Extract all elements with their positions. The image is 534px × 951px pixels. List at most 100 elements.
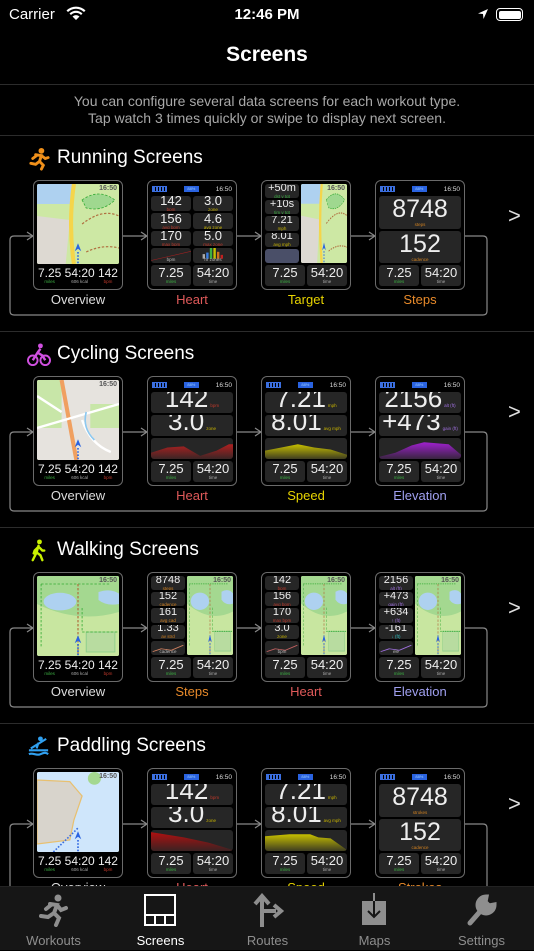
screen-label[interactable]: Elevation [365,488,475,503]
screen-label[interactable]: Steps [137,684,247,699]
metric-tile: 54:20 time [421,657,461,678]
screen-label[interactable]: Heart [251,684,361,699]
map-view[interactable]: 16:50 [301,576,347,655]
watch-screen-speed[interactable]: 88% 16:50 7.21 mph 8.01 avg mph 7.25 miles 54:20… [261,376,351,486]
metric-value: 142 [97,462,118,477]
watch-screen-heart[interactable]: 88% 16:50 142 bpm 3.0 zone 7.25 miles 54:20 time [147,768,237,878]
watch-screen-overview[interactable]: 16:50 7.25 miles 54:20 606 kcal 142 bpm [33,572,123,682]
tile-row [151,438,233,459]
watch-screen-overview[interactable]: 16:50 7.25 miles 54:20 606 kcal 142 bpm [33,768,123,878]
map-image [415,576,461,655]
phone-battery-badge: 88% [411,382,427,388]
screen-label[interactable]: Overview [23,684,133,699]
metric-unit: gain (ft) [388,602,404,607]
battery-icon [496,8,523,21]
screen-label[interactable]: Speed [251,488,361,503]
watch-screen-heart[interactable]: 88% 16:50 142 bpm 3.0 zone 156 avg bpm 4.6 avg zo… [147,180,237,290]
screen-label[interactable]: Overview [23,488,133,503]
metric-unit: miles [393,867,405,873]
metric-tile: 7.25 miles [379,461,419,482]
metric-value: 7.25 [386,461,412,477]
metric-value: +634 [383,608,409,619]
screen-label[interactable]: Overview [23,292,133,307]
map-view[interactable]: 16:50 [187,576,233,655]
map-view[interactable]: 16:50 [37,576,119,656]
screens-icon [144,894,176,926]
metric-value: 54:20 [64,266,95,281]
bottom-metrics: 7.25 miles 54:20 time [151,657,233,678]
map-image [187,576,233,655]
metric-unit: ↓ (ft) [391,634,401,639]
watch-battery-icon [152,186,167,192]
tab-maps[interactable]: Maps [321,887,428,951]
tab-label: Maps [358,933,391,948]
screen-label[interactable]: Elevation [365,684,475,699]
map-view[interactable]: 16:50 [37,772,119,852]
next-screens-chevron[interactable]: > [508,595,521,621]
tab-screens[interactable]: Screens [107,887,214,951]
metric-unit: tim v tgt [274,210,290,215]
section-title: Walking Screens [57,539,199,560]
watch-screen-elevation[interactable]: 2156 alt (ft) +473 gain (ft) +634 ↑ (ft) -161 ↓… [375,572,465,682]
watch-screen-heart[interactable]: 88% 16:50 142 bpm 3.0 zone 7.25 miles 54:20 time [147,376,237,486]
set-target-button[interactable] [265,248,299,264]
bottom-metrics: 7.25 miles 54:20 time [379,461,461,482]
next-screens-chevron[interactable]: > [508,399,521,425]
metric-value: 8748 [392,196,448,223]
map-view[interactable]: 16:50 [415,576,461,655]
map-view[interactable]: 16:50 [301,184,347,263]
tab-settings[interactable]: Settings [428,887,534,951]
watch-screen-steps[interactable]: 88% 16:50 8748 steps 152 cadence 7.25 miles 54:2… [375,180,465,290]
tab-routes[interactable]: Routes [214,887,321,951]
watch-screen-speed[interactable]: 88% 16:50 7.21 mph 8.01 avg mph 7.25 miles 54:20… [261,768,351,878]
watch-status-bar: 88% 16:50 [151,184,233,194]
tile-row: 152 cadence [379,230,461,263]
sparkline-chart [379,442,461,459]
metric-value: 7.25 [386,265,412,281]
tile-row: 8.01 avg mph [265,807,347,828]
next-screens-chevron[interactable]: > [508,791,521,817]
metric-tile: 142 bpm [151,784,233,805]
metric-value: 7.25 [38,658,62,673]
map-view[interactable]: 16:50 [37,380,119,460]
chart-tile [379,438,461,459]
watch-screen-overview[interactable]: 16:50 7.25 miles 54:20 606 kcal 142 bpm [33,180,123,290]
screen-label[interactable]: Target [251,292,361,307]
routes-icon [253,893,284,927]
metric: 142 bpm [98,658,118,678]
metric-tile: 54:20 time [421,461,461,482]
watch-screen-elevation[interactable]: 88% 16:50 2156 alt (ft) +473 gain (ft) 7.25 mil… [375,376,465,486]
tab-workouts[interactable]: Workouts [0,887,107,951]
screen-label[interactable]: Heart [137,292,247,307]
watch-screen-steps[interactable]: 8748 steps 152 cadence 161 avg cad 1.33 av strd… [147,572,237,682]
watch-screen-overview[interactable]: 16:50 7.25 miles 54:20 606 kcal 142 bpm [33,376,123,486]
metric-value: 152 [399,230,441,258]
metric-value: 7.21 [271,216,293,227]
map-view[interactable]: 16:50 [37,184,119,264]
metric-value: 7.25 [38,266,62,281]
flow-arrow [123,623,149,633]
next-screens-chevron[interactable]: > [508,203,521,229]
metric: 54:20 606 kcal [65,658,95,678]
metric-tile: 7.25 miles [151,657,191,678]
chart-tile [265,830,347,851]
metric-unit: cadence [411,844,429,850]
screen-label[interactable]: Heart [137,488,247,503]
metric-unit: max bpm [272,618,292,623]
watch-screen-target[interactable]: +50m dst v tgt +10s tim v tgt 7.21 mph 8.01 avg… [261,180,351,290]
watch-status-bar: 88% 16:50 [265,380,347,390]
metric-unit: avg mph [273,242,291,247]
metric-value: 54:20 [64,658,95,673]
tile-row: 152 cadence [379,818,461,851]
metric-unit: time [322,279,332,285]
metric-value: 142 [97,854,118,869]
metric-tile: 152 cadence [151,592,185,607]
screen-label[interactable]: Steps [365,292,475,307]
watch-screen-heart[interactable]: 142 bpm 156 avg bpm 170 max bpm 3.0 zone bpm 16:5… [261,572,351,682]
side-metrics: +50m dst v tgt +10s tim v tgt 7.21 mph 8.01 avg… [265,184,299,264]
bottom-metrics: 7.25 miles 54:20 time [265,853,347,874]
watch-screen-strokes[interactable]: 88% 16:50 8748 strokes 152 cadence 7.25 miles 54… [375,768,465,878]
sparkline-chart [265,834,347,851]
section-running-screens: Running Screens 16:50 7.25 miles 54:20 606 kc… [0,135,534,331]
metric-value: 54:20 [424,657,458,673]
